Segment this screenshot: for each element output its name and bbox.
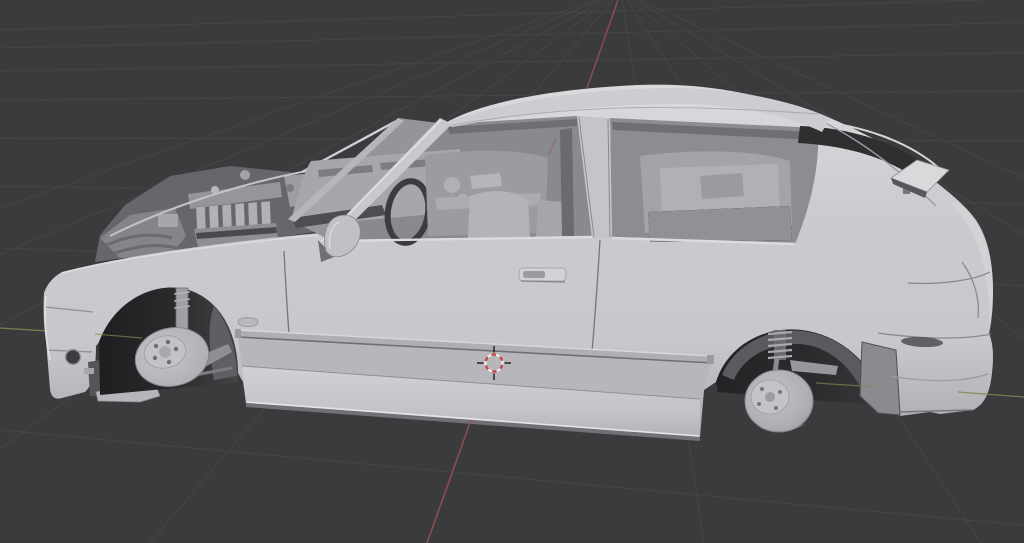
viewport-3d[interactable] [0, 0, 1024, 543]
front-seat [468, 191, 530, 238]
side-indicator [238, 318, 258, 327]
fog-light-hole [66, 350, 81, 365]
rear-seat [648, 206, 792, 242]
